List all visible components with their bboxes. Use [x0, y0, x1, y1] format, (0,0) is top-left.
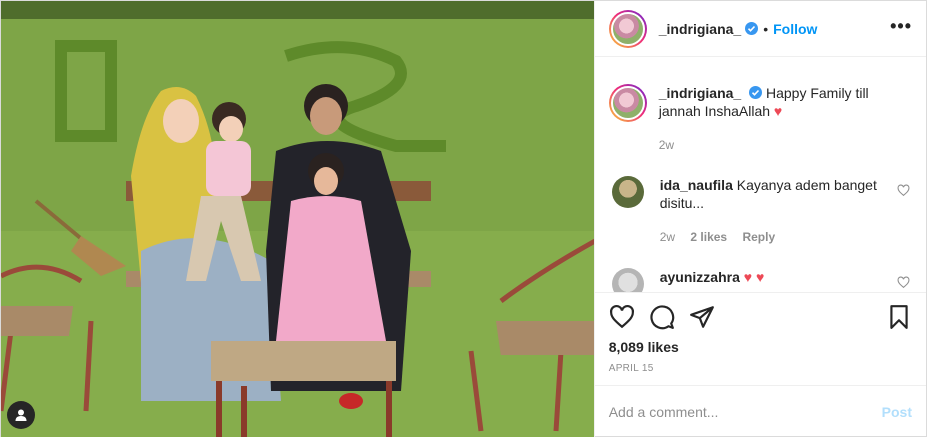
- comment-likes[interactable]: 2 likes: [690, 230, 727, 244]
- more-options-icon[interactable]: •••: [890, 17, 912, 35]
- commenter-username[interactable]: ayunizzahra: [660, 269, 740, 285]
- comment-item: ayunizzahra ♥ ♥: [609, 268, 912, 292]
- verified-badge-icon: [749, 86, 763, 99]
- user-tag-button[interactable]: [7, 401, 35, 429]
- comment-icon[interactable]: [649, 304, 675, 330]
- user-tag-icon: [15, 409, 27, 421]
- caption-username[interactable]: _indrigiana_: [659, 85, 741, 101]
- comment-meta: 2w 2 likes Reply: [660, 228, 880, 246]
- post-side-panel: _indrigiana_ • Follow ••• _indrigiana_ H…: [593, 1, 926, 437]
- comment-item: ida_naufila Kayanya adem banget disitu..…: [609, 176, 912, 246]
- comment-time[interactable]: 2w: [660, 230, 675, 244]
- comment-like-heart-icon[interactable]: [897, 184, 910, 197]
- verified-badge-icon: [745, 22, 759, 35]
- author-avatar[interactable]: [608, 9, 647, 48]
- heart-icon[interactable]: [609, 304, 635, 330]
- red-heart-emoji: ♥: [773, 103, 783, 119]
- comment-like-heart-icon[interactable]: [897, 276, 910, 289]
- add-comment-input[interactable]: Add a comment...: [609, 404, 882, 420]
- post-container: _indrigiana_ • Follow ••• _indrigiana_ H…: [0, 0, 927, 437]
- commenter-avatar[interactable]: [611, 176, 644, 208]
- post-comment-button[interactable]: Post: [882, 404, 912, 420]
- post-photo[interactable]: [1, 1, 594, 437]
- paper-plane-icon[interactable]: [689, 304, 715, 330]
- caption-meta: 2w: [659, 136, 912, 154]
- header-separator: •: [763, 20, 769, 37]
- caption-avatar[interactable]: [608, 84, 647, 122]
- caption-time[interactable]: 2w: [659, 138, 674, 152]
- post-actions: 8,089 likes APRIL 15: [594, 292, 926, 374]
- follow-button[interactable]: Follow: [773, 21, 817, 37]
- bookmark-icon[interactable]: [886, 304, 912, 330]
- red-heart-emoji: ♥ ♥: [743, 269, 765, 285]
- likes-count[interactable]: 8,089 likes: [609, 339, 912, 355]
- commenter-avatar[interactable]: [611, 268, 644, 292]
- reply-button[interactable]: Reply: [742, 230, 775, 244]
- author-username[interactable]: _indrigiana_: [659, 21, 741, 37]
- caption: _indrigiana_ Happy Family till jannah In…: [608, 58, 912, 154]
- add-comment-bar: Add a comment... Post: [594, 385, 926, 437]
- comments-list[interactable]: _indrigiana_ Happy Family till jannah In…: [595, 58, 926, 292]
- commenter-username[interactable]: ida_naufila: [660, 177, 733, 193]
- post-header: _indrigiana_ • Follow •••: [594, 1, 926, 57]
- family-photo-illustration: [1, 1, 594, 437]
- action-icons: [609, 293, 912, 341]
- post-date[interactable]: APRIL 15: [609, 363, 912, 374]
